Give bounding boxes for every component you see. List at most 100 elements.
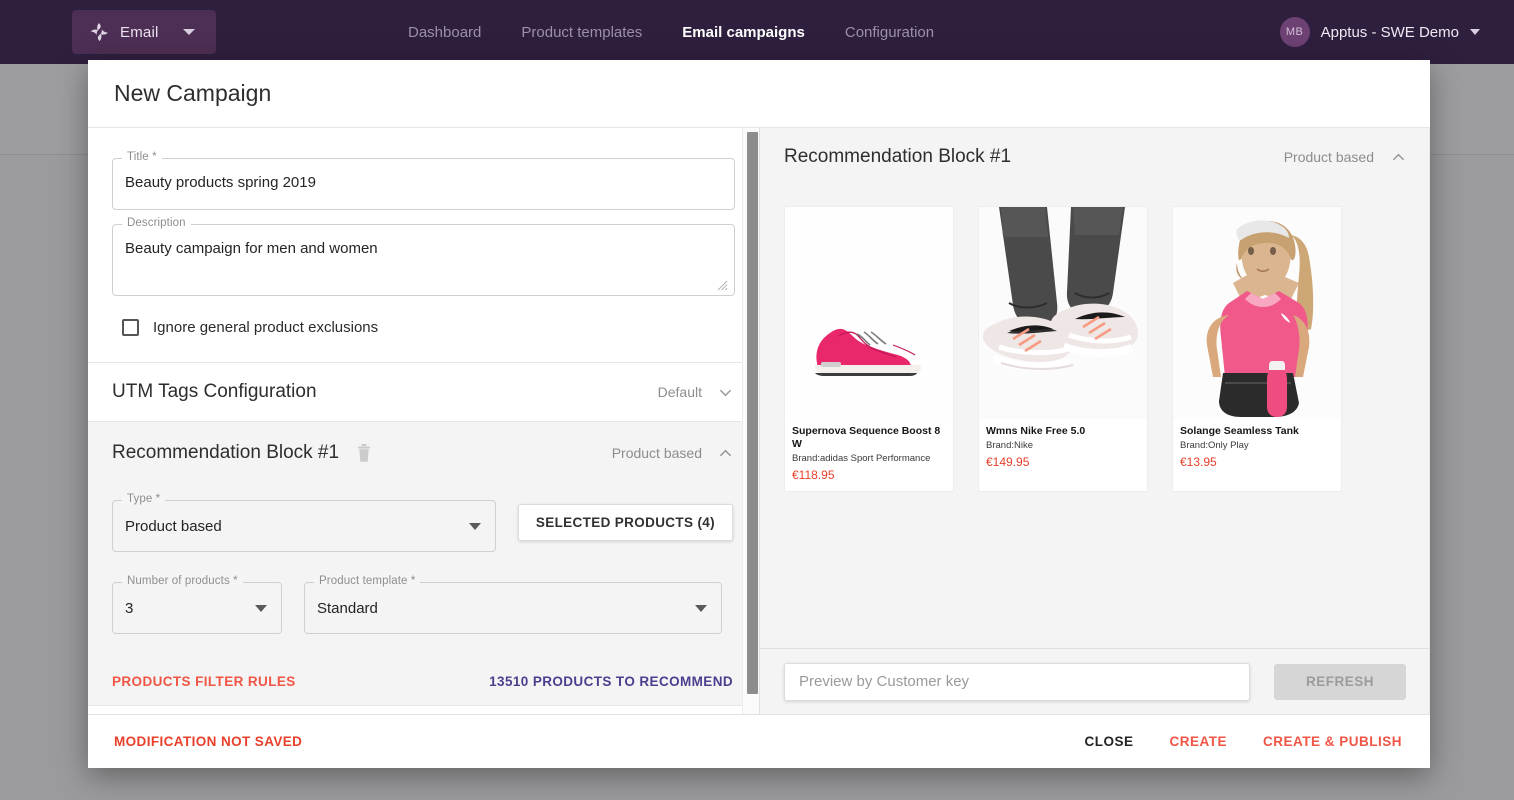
chevron-down-icon	[468, 522, 481, 530]
chevron-down-icon	[1470, 29, 1480, 35]
products-to-recommend-link[interactable]: 13510 PRODUCTS TO RECOMMEND	[489, 674, 733, 689]
product-brand: Brand:adidas Sport Performance	[792, 453, 931, 465]
preview-badge: Product based	[1283, 149, 1374, 165]
title-field-wrapper: Title * Beauty products spring 2019	[112, 151, 735, 210]
ignore-exclusions-row[interactable]: Ignore general product exclusions	[112, 310, 735, 352]
product-name: Solange Seamless Tank	[1180, 425, 1299, 437]
chevron-down-icon[interactable]	[718, 385, 733, 400]
account-name: Apptus - SWE Demo	[1320, 23, 1459, 41]
recommendation-options-row: Number of products * 3 Product template …	[88, 566, 759, 648]
product-card[interactable]: Solange Seamless Tank Brand:Only Play €1…	[1172, 206, 1342, 493]
title-input[interactable]: Beauty products spring 2019	[112, 158, 735, 210]
customer-key-input[interactable]: Preview by Customer key	[784, 662, 1250, 701]
status-badge: MODIFICATION NOT SAVED	[114, 734, 303, 749]
selected-products-button[interactable]: SELECTED PRODUCTS (4)	[517, 504, 733, 541]
number-of-products-select[interactable]: 3	[112, 582, 282, 634]
primary-nav: Dashboard Product templates Email campai…	[408, 24, 934, 41]
create-button[interactable]: CREATE	[1169, 734, 1227, 749]
product-info: Supernova Sequence Boost 8 W Brand:adida…	[785, 419, 953, 491]
dialog-footer: MODIFICATION NOT SAVED CLOSE CREATE CREA…	[88, 714, 1430, 768]
product-name: Supernova Sequence Boost 8 W	[792, 425, 941, 451]
form-bottom-spacer	[88, 706, 759, 714]
resize-handle-icon[interactable]	[717, 278, 728, 291]
description-textarea[interactable]: Beauty campaign for men and women	[112, 224, 735, 296]
preview-pane-edge	[1429, 128, 1430, 714]
form-scrollbar-track[interactable]	[742, 128, 759, 714]
account-menu[interactable]: MB Apptus - SWE Demo	[1279, 0, 1480, 64]
product-template-label: Product template *	[314, 575, 421, 587]
new-campaign-dialog: New Campaign Title * Beauty products spr…	[88, 60, 1430, 768]
product-info: Wmns Nike Free 5.0 Brand:Nike €149.95	[979, 419, 1147, 478]
preview-controls-bar: Preview by Customer key REFRESH	[760, 648, 1430, 714]
form-scrollbar-thumb[interactable]	[747, 132, 758, 694]
nav-item-configuration[interactable]: Configuration	[845, 24, 934, 41]
app-root: Email Dashboard Product templates Email …	[0, 0, 1514, 800]
product-card[interactable]: Supernova Sequence Boost 8 W Brand:adida…	[784, 206, 954, 493]
product-price: €13.95	[1180, 455, 1217, 470]
product-template-value: Standard	[317, 599, 378, 617]
type-field-label: Type *	[122, 493, 166, 505]
utm-tags-title: UTM Tags Configuration	[112, 381, 317, 402]
utm-tags-section-header[interactable]: UTM Tags Configuration Default	[88, 363, 759, 421]
products-filter-rules-link[interactable]: PRODUCTS FILTER RULES	[112, 674, 296, 689]
chevron-up-icon[interactable]	[1391, 150, 1406, 165]
recommendation-block-title: Recommendation Block #1	[112, 442, 340, 463]
product-card[interactable]: Wmns Nike Free 5.0 Brand:Nike €149.95	[978, 206, 1148, 493]
dialog-body: Title * Beauty products spring 2019 Desc…	[88, 128, 1430, 714]
avatar: MB	[1279, 17, 1310, 47]
number-of-products-label: Number of products *	[122, 575, 243, 587]
description-field-label: Description	[122, 217, 191, 229]
product-template-wrapper: Product template * Standard	[304, 575, 722, 634]
product-image-pink-running-shoe	[785, 207, 953, 419]
product-brand: Brand:Nike	[986, 440, 1033, 452]
email-app-switcher-label: Email	[120, 23, 159, 41]
refresh-button[interactable]: REFRESH	[1274, 663, 1406, 700]
ignore-exclusions-label: Ignore general product exclusions	[153, 319, 379, 336]
number-of-products-value: 3	[125, 599, 134, 617]
product-template-select[interactable]: Standard	[304, 582, 722, 634]
campaign-form-pane: Title * Beauty products spring 2019 Desc…	[88, 128, 760, 714]
chevron-down-icon	[255, 604, 267, 612]
footer-actions: CLOSE CREATE CREATE & PUBLISH	[1084, 734, 1402, 749]
type-select-value: Product based	[125, 517, 222, 535]
product-card-list: Supernova Sequence Boost 8 W Brand:adida…	[784, 206, 1406, 493]
product-name: Wmns Nike Free 5.0	[986, 425, 1086, 437]
top-navigation-bar: Email Dashboard Product templates Email …	[0, 0, 1514, 64]
nav-item-product-templates[interactable]: Product templates	[521, 24, 642, 41]
type-select[interactable]: Product based	[112, 500, 496, 552]
nav-item-email-campaigns[interactable]: Email campaigns	[682, 24, 805, 41]
recommendation-block-badge: Product based	[611, 445, 702, 461]
preview-title: Recommendation Block #1	[784, 146, 1012, 167]
create-publish-button[interactable]: CREATE & PUBLISH	[1263, 734, 1402, 749]
recommendation-links-row: PRODUCTS FILTER RULES 13510 PRODUCTS TO …	[88, 648, 759, 689]
pinwheel-logo-icon	[88, 21, 110, 43]
ignore-exclusions-checkbox[interactable]	[122, 319, 139, 336]
chevron-down-icon	[182, 29, 195, 35]
utm-tags-value: Default	[657, 384, 702, 400]
product-price: €149.95	[986, 455, 1030, 470]
product-image-woman-in-pink-tank-top	[1173, 207, 1341, 419]
title-field-label: Title *	[122, 151, 162, 163]
chevron-up-icon[interactable]	[718, 446, 733, 461]
nav-item-dashboard[interactable]: Dashboard	[408, 24, 481, 41]
chevron-down-icon	[695, 604, 707, 612]
product-brand: Brand:Only Play	[1180, 440, 1249, 452]
description-field-wrapper: Description Beauty campaign for men and …	[112, 217, 735, 296]
preview-products-area: Supernova Sequence Boost 8 W Brand:adida…	[760, 186, 1430, 648]
dialog-title: New Campaign	[88, 60, 1430, 128]
trash-icon[interactable]	[356, 443, 372, 463]
product-image-legs-wearing-nike-shoes	[979, 207, 1147, 419]
recommendation-type-row: Type * Product based SELECTED PRODUCTS (…	[88, 484, 759, 566]
recommendation-block-header: Recommendation Block #1 Product based	[88, 422, 759, 484]
product-info: Solange Seamless Tank Brand:Only Play €1…	[1173, 419, 1341, 478]
close-button[interactable]: CLOSE	[1084, 734, 1133, 749]
number-of-products-wrapper: Number of products * 3	[112, 575, 282, 634]
product-price: €118.95	[792, 468, 835, 483]
basic-info-section: Title * Beauty products spring 2019 Desc…	[88, 128, 759, 362]
campaign-form-scroll: Title * Beauty products spring 2019 Desc…	[88, 128, 759, 714]
preview-pane: Recommendation Block #1 Product based Su…	[760, 128, 1430, 714]
recommendation-block-1: Recommendation Block #1 Product based Ty…	[88, 421, 759, 705]
email-app-switcher-button[interactable]: Email	[72, 10, 216, 54]
preview-header: Recommendation Block #1 Product based	[760, 128, 1430, 186]
type-field-wrapper: Type * Product based	[112, 493, 496, 552]
